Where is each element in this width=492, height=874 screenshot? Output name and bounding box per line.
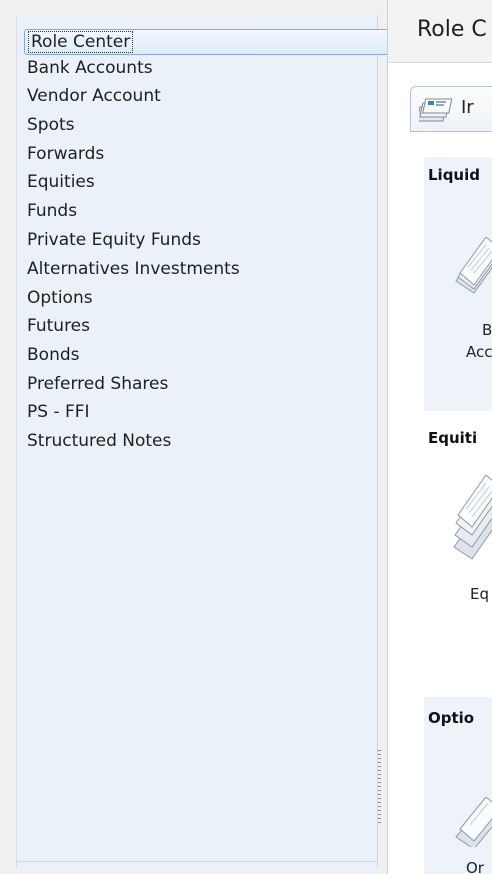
content-area: Role C Ir Liquid B Acc Equiti Eq Optio O… xyxy=(387,0,492,874)
stacked-papers-icon xyxy=(416,93,455,129)
nav-item-spots[interactable]: Spots xyxy=(19,112,75,138)
document-stack-icon[interactable] xyxy=(450,474,492,569)
group-title: Equiti xyxy=(428,429,478,447)
tile-group-liquidity: Liquid B Acc xyxy=(424,157,492,411)
nav-item-structured-notes[interactable]: Structured Notes xyxy=(19,428,171,454)
tile-label-line1: Eq xyxy=(470,585,489,603)
tile-group-equities: Equiti Eq xyxy=(424,425,492,660)
nav-item-alternatives-investments[interactable]: Alternatives Investments xyxy=(19,256,240,282)
nav-item-role-center[interactable]: Role Center xyxy=(24,29,390,55)
nav-item-options[interactable]: Options xyxy=(19,285,93,311)
nav-item-bonds[interactable]: Bonds xyxy=(19,342,80,368)
nav-item-label: Role Center xyxy=(28,31,134,53)
page-title: Role C xyxy=(417,17,487,42)
group-title: Liquid xyxy=(428,166,480,184)
nav-item-ps-ffi[interactable]: PS - FFI xyxy=(19,399,90,425)
nav-item-funds[interactable]: Funds xyxy=(19,198,77,224)
nav-item-vendor-account[interactable]: Vendor Account xyxy=(19,83,161,109)
nav-item-private-equity-funds[interactable]: Private Equity Funds xyxy=(19,227,201,253)
tab-label: Ir xyxy=(461,97,474,118)
nav-item-preferred-shares[interactable]: Preferred Shares xyxy=(19,371,168,397)
nav-item-equities[interactable]: Equities xyxy=(19,169,95,195)
tile-label-line2: Acc xyxy=(466,343,492,361)
content-header: Role C xyxy=(388,0,492,63)
nav-divider xyxy=(17,861,377,862)
tile-label-line1: B xyxy=(482,321,492,339)
navigation-pane: Role Center Bank Accounts Vendor Account… xyxy=(16,15,390,868)
nav-item-futures[interactable]: Futures xyxy=(19,313,90,339)
tab-investments[interactable]: Ir xyxy=(410,86,492,132)
pane-splitter-grip[interactable] xyxy=(378,750,381,825)
nav-item-forwards[interactable]: Forwards xyxy=(19,141,104,167)
document-stack-icon[interactable] xyxy=(452,236,492,301)
tile-label-line1: Or xyxy=(466,859,484,874)
tile-group-options: Optio Or xyxy=(424,697,492,874)
group-title: Optio xyxy=(428,709,475,727)
document-stack-icon[interactable] xyxy=(452,796,492,851)
nav-item-bank-accounts[interactable]: Bank Accounts xyxy=(19,55,153,81)
